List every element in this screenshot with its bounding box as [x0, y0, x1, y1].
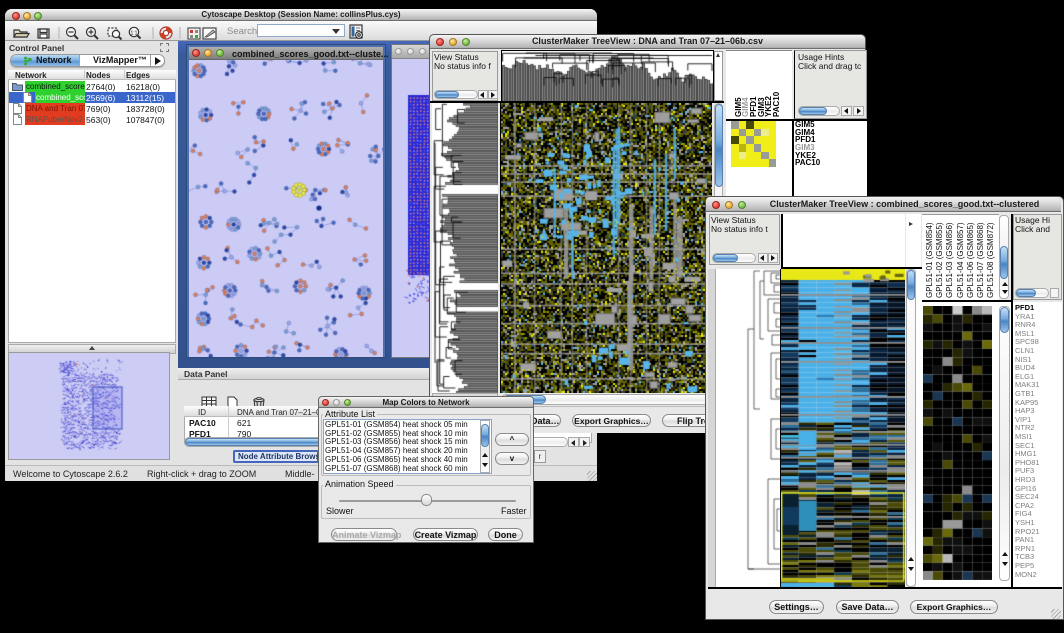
svg-text:1:1: 1:1 — [131, 31, 138, 37]
